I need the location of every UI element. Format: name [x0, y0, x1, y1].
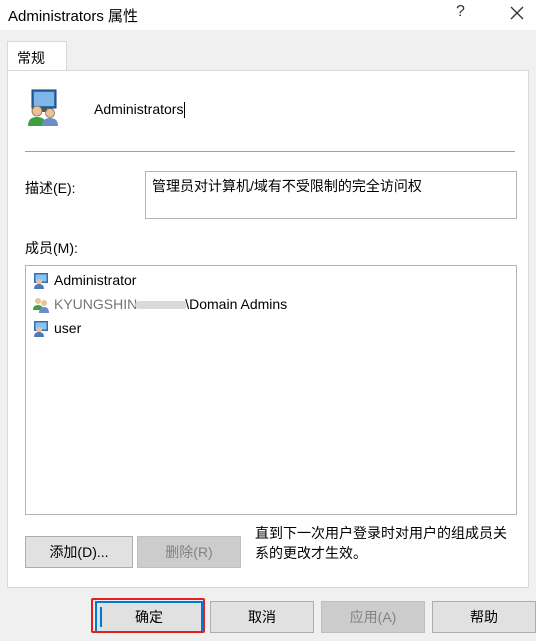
- cancel-button[interactable]: 取消: [210, 601, 314, 633]
- tab-general[interactable]: 常规: [7, 41, 67, 71]
- group-name-text: Administrators: [94, 101, 184, 117]
- member-name-prefix-redacted: KYUNGSHIN: [54, 296, 138, 312]
- member-name-row: KYUNGSHIN \Domain Admins: [54, 296, 287, 312]
- help-icon[interactable]: ?: [456, 3, 465, 21]
- title-bar: Administrators 属性 ?: [0, 0, 536, 30]
- apply-button[interactable]: 应用(A): [321, 601, 425, 633]
- members-label: 成员(M):: [25, 240, 78, 256]
- text-caret: [184, 102, 186, 119]
- members-list[interactable]: Administrator KYUNGSHIN \Domain Admins us…: [25, 265, 517, 515]
- group-name-field[interactable]: Administrators: [94, 101, 186, 119]
- group-icon: [33, 298, 49, 313]
- remove-button[interactable]: 删除(R): [137, 536, 241, 568]
- group-icon: [28, 89, 58, 126]
- add-button[interactable]: 添加(D)...: [25, 536, 133, 568]
- description-label: 描述(E):: [25, 180, 76, 196]
- user-icon: [34, 321, 48, 337]
- description-input[interactable]: 管理员对计算机/域有不受限制的完全访问权: [145, 171, 517, 219]
- member-name: user: [54, 320, 82, 336]
- window-title: Administrators 属性: [8, 8, 139, 25]
- description-value: 管理员对计算机/域有不受限制的完全访问权: [152, 178, 422, 194]
- close-icon[interactable]: [507, 2, 527, 24]
- separator: [25, 151, 515, 153]
- member-name: \Domain Admins: [185, 296, 288, 312]
- member-name: Administrator: [54, 272, 137, 288]
- membership-note: 直到下一次用户登录时对用户的组成员关系的更改才生效。: [255, 525, 507, 561]
- tab-general-label: 常规: [17, 50, 45, 66]
- user-icon: [34, 273, 48, 289]
- highlight-box: [91, 598, 205, 633]
- redaction-blur: [135, 301, 188, 310]
- help-button[interactable]: 帮助: [432, 601, 536, 633]
